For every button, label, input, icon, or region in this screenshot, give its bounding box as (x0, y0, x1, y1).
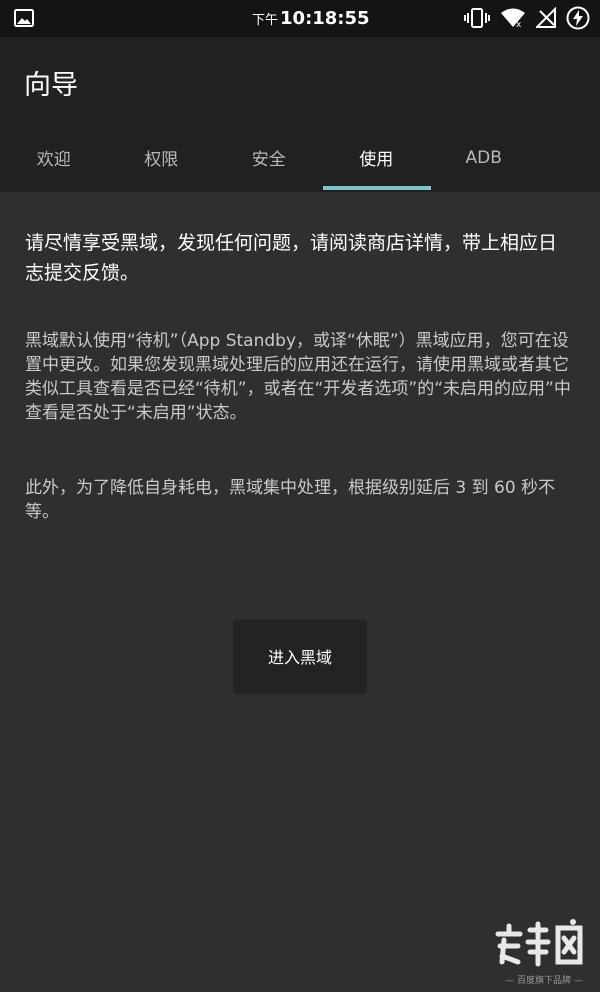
watermark-caption: — 百度旗下品牌 — (505, 976, 583, 986)
main-content: 请尽情享受黑域，发现任何问题，请阅读商店详情，带上相应日志提交反馈。 黑域默认使… (0, 192, 600, 992)
status-bar: 下午 10:18:55 x (0, 0, 600, 37)
status-time-prefix: 下午 (252, 13, 279, 28)
tab-permissions[interactable]: 权限 (108, 123, 216, 192)
vibrate-icon (464, 8, 490, 28)
battery-charging-icon (566, 6, 590, 30)
status-icons: x (464, 6, 590, 30)
wifi-icon: x (501, 8, 525, 29)
active-tab-indicator (323, 186, 431, 190)
watermark: — 百度旗下品牌 — (490, 910, 600, 992)
enter-button[interactable]: 进入黑域 (234, 620, 366, 692)
tab-adb[interactable]: ADB (430, 123, 538, 192)
delay-explanation: 此外，为了降低自身耗电，黑域集中处理，根据级别延后 3 到 60 秒不等。 (25, 478, 556, 522)
anzhi-logo-icon (495, 919, 583, 967)
tab-bar: 欢迎 权限 安全 使用 ADB (0, 123, 600, 192)
app-bar: 向导 欢迎 权限 安全 使用 ADB (0, 37, 600, 192)
tab-usage[interactable]: 使用 (323, 123, 431, 192)
tab-welcome[interactable]: 欢迎 (0, 123, 108, 192)
status-clock: 10:18:55 (280, 8, 370, 29)
image-icon (14, 9, 34, 27)
standby-explanation: 黑域默认使用“待机”（App Standby，或译“休眠”）黑域应用，您可在设置… (25, 331, 571, 423)
status-time: 下午 10:18:55 (252, 8, 370, 30)
no-signal-icon (536, 7, 556, 28)
svg-text:x: x (516, 20, 522, 29)
page-title: 向导 (24, 70, 78, 101)
tab-security[interactable]: 安全 (215, 123, 323, 192)
intro-text: 请尽情享受黑域，发现任何问题，请阅读商店详情，带上相应日志提交反馈。 (25, 232, 558, 284)
